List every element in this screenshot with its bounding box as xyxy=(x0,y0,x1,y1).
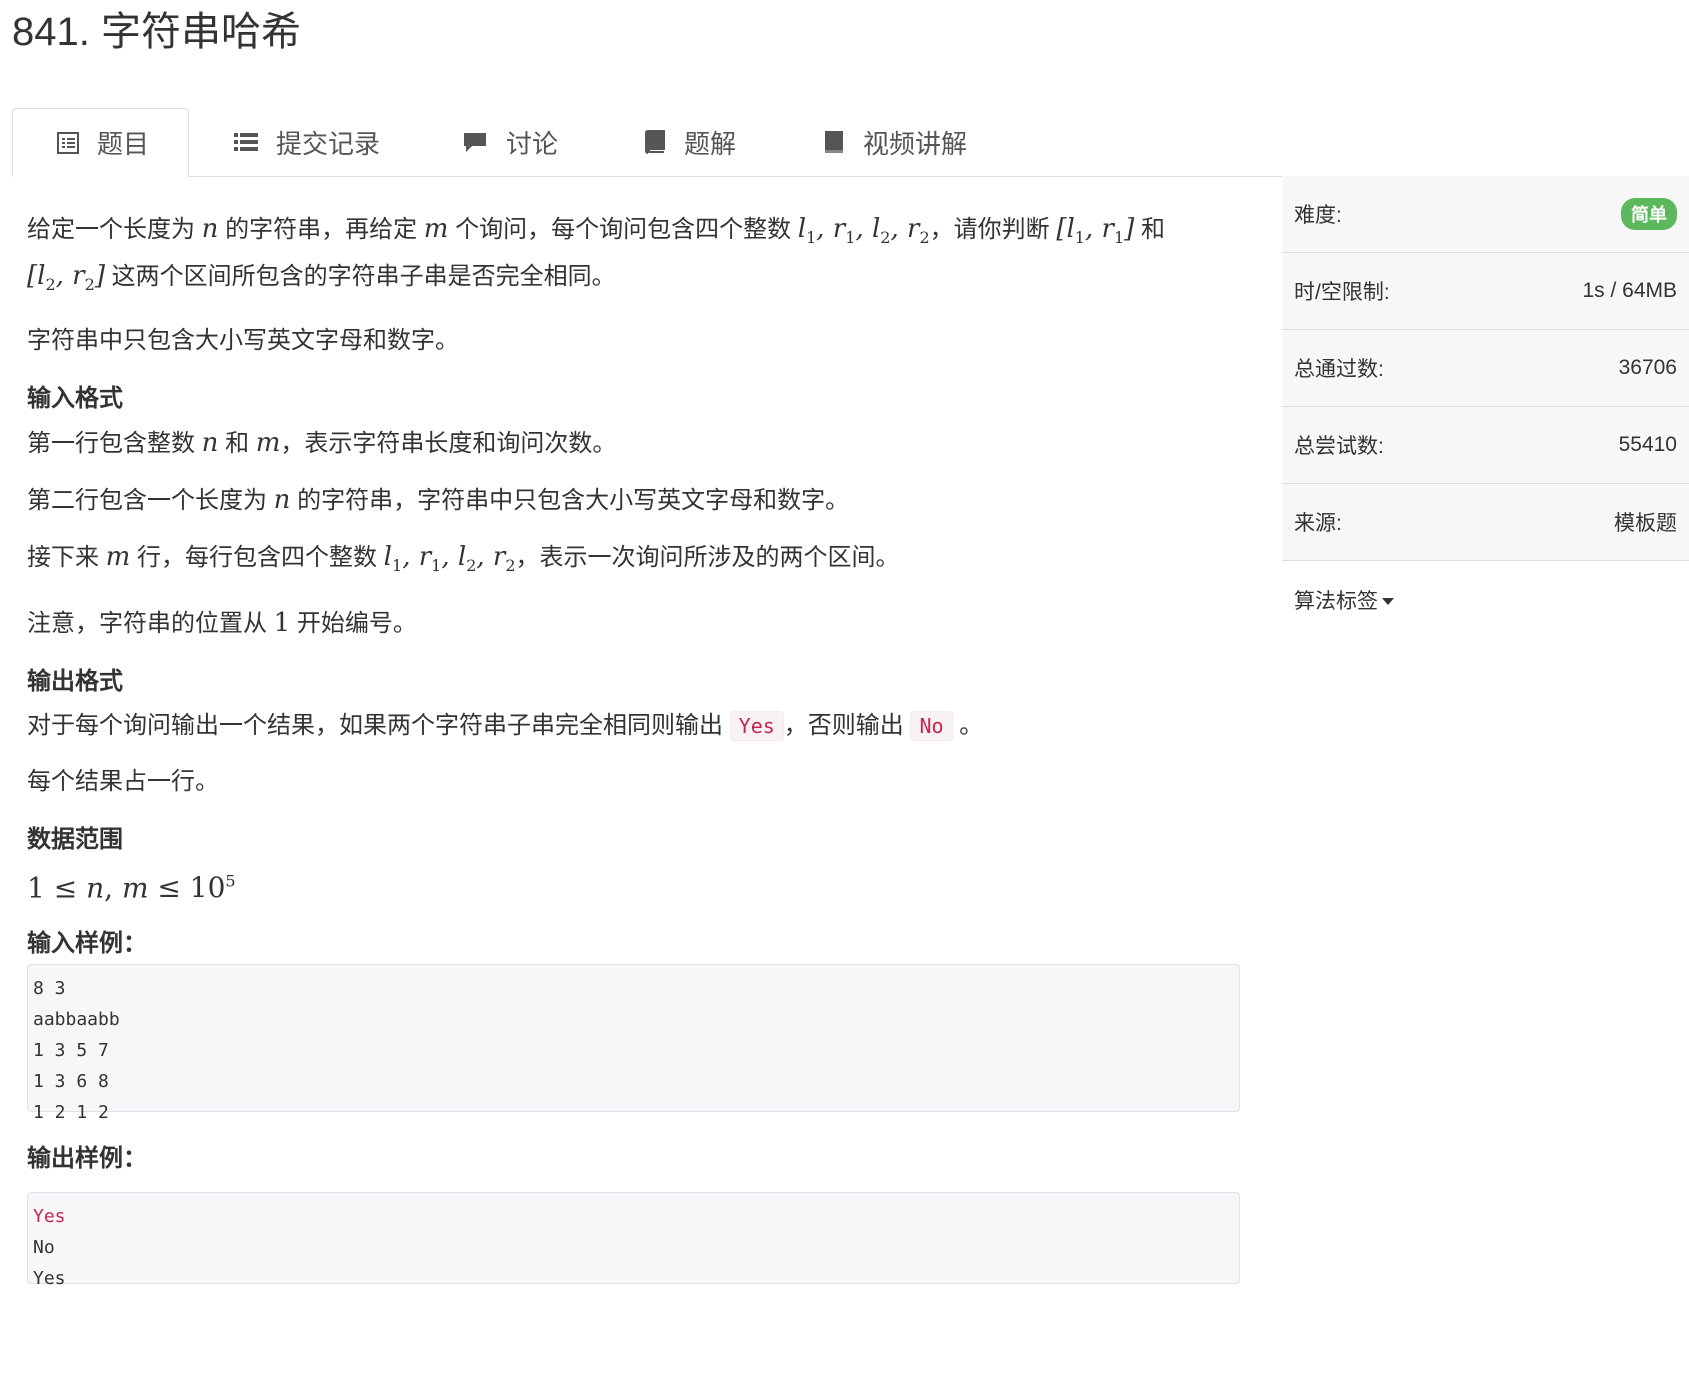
paragraph: 字符串中只包含大小写英文字母和数字。 xyxy=(27,327,459,355)
difficulty-label: 难度: xyxy=(1294,204,1342,227)
tags-label: 算法标签 xyxy=(1294,589,1378,613)
text: 个询问，每个询问包含四个整数 xyxy=(455,216,792,243)
text: ，请你判断 xyxy=(929,216,1050,243)
sample-output-heading: 输出样例： xyxy=(27,1145,147,1172)
text: 的字符串，再给定 xyxy=(225,216,418,243)
sample-output-block[interactable]: Yes No Yes xyxy=(27,1192,1240,1289)
data-range-formula: 1 ≤ n, m ≤ 105 xyxy=(27,870,236,904)
tab-label: 提交记录 xyxy=(276,128,381,159)
tab-problem[interactable]: 题目 xyxy=(12,108,189,177)
source-row: 来源: 模板题 xyxy=(1282,484,1689,561)
paragraph: 接下来 m 行，每行包含四个整数 l1, r1, l2, r2，表示一次询问所涉… xyxy=(27,542,900,576)
sample-output-rest: No Yes xyxy=(33,1237,66,1289)
tab-discussion[interactable]: 讨论 xyxy=(462,108,558,176)
text: 开始编号。 xyxy=(296,609,417,637)
text: 。 xyxy=(959,711,984,739)
text: 第二行包含一个长度为 xyxy=(27,487,267,515)
sample-output-first-line: Yes xyxy=(33,1206,66,1227)
tab-label: 视频讲解 xyxy=(863,128,968,159)
passed-row: 总通过数: 36706 xyxy=(1282,330,1689,407)
tab-solutions[interactable]: 题解 xyxy=(644,108,736,176)
inline-code-yes: Yes xyxy=(729,710,784,741)
paragraph: 第一行包含整数 n 和 m，表示字符串长度和询问次数。 xyxy=(27,428,617,459)
paragraph: 给定一个长度为 n 的字符串，再给定 m 个询问，每个询问包含四个整数 l1, … xyxy=(27,214,1165,295)
comment-icon xyxy=(462,131,488,153)
text: ，否则输出 xyxy=(783,711,904,739)
limit-label: 时/空限制: xyxy=(1294,281,1390,304)
text: 第一行包含整数 xyxy=(27,430,195,458)
data-range-heading: 数据范围 xyxy=(27,825,123,853)
tags-toggle[interactable]: 算法标签 xyxy=(1294,585,1394,615)
limit-row: 时/空限制: 1s / 64MB xyxy=(1282,253,1689,330)
tried-label: 总尝试数: xyxy=(1294,435,1384,458)
tab-label: 题目 xyxy=(97,129,150,159)
text: 注意，字符串的位置从 xyxy=(27,609,267,637)
tab-label: 讨论 xyxy=(506,128,559,159)
sample-input-heading: 输入样例： xyxy=(27,929,147,957)
difficulty-badge: 简单 xyxy=(1621,198,1677,230)
book-icon xyxy=(823,130,845,154)
text: ，表示一次询问所涉及的两个区间。 xyxy=(515,544,900,572)
problem-description: 给定一个长度为 n 的字符串，再给定 m 个询问，每个询问包含四个整数 l1, … xyxy=(27,210,1227,963)
input-format-heading: 输入格式 xyxy=(27,385,123,413)
text: 和 xyxy=(1140,216,1165,243)
tried-value: 55410 xyxy=(1618,433,1677,456)
source-label: 来源: xyxy=(1294,512,1342,535)
paragraph: 每个结果占一行。 xyxy=(27,767,219,795)
paragraph: 注意，字符串的位置从 1 开始编号。 xyxy=(27,607,417,638)
text: 和 xyxy=(225,430,250,458)
caret-down-icon xyxy=(1382,598,1394,606)
sample-input-block[interactable]: 8 3 aabbaabb 1 3 5 7 1 3 6 8 1 2 1 2 xyxy=(27,964,1240,1123)
text: 这两个区间所包含的字符串子串是否完全相同。 xyxy=(111,263,616,291)
problem-info-panel: 难度: 简单 时/空限制: 1s / 64MB 总通过数: 36706 总尝试数… xyxy=(1282,176,1689,638)
text: 对于每个询问输出一个结果，如果两个字符串子串完全相同则输出 xyxy=(27,711,723,739)
difficulty-row: 难度: 简单 xyxy=(1282,176,1689,253)
limit-value: 1s / 64MB xyxy=(1582,279,1677,302)
paragraph: 第二行包含一个长度为 n 的字符串，字符串中只包含大小写英文字母和数字。 xyxy=(27,485,850,516)
source-value[interactable]: 模板题 xyxy=(1614,507,1677,537)
text: 行，每行包含四个整数 xyxy=(137,544,377,572)
passed-label: 总通过数: xyxy=(1294,358,1384,381)
text: 接下来 xyxy=(27,544,99,572)
text: 的字符串，字符串中只包含大小写英文字母和数字。 xyxy=(297,487,850,515)
text: 给定一个长度为 xyxy=(27,216,195,243)
tab-label: 题解 xyxy=(684,128,737,159)
tab-video[interactable]: 视频讲解 xyxy=(823,108,967,176)
page-title: 841. 字符串哈希 xyxy=(12,10,301,54)
text: ，表示字符串长度和询问次数。 xyxy=(280,430,617,458)
list-alt-icon xyxy=(57,131,79,154)
tab-submissions[interactable]: 提交记录 xyxy=(234,108,380,176)
paragraph: 对于每个询问输出一个结果，如果两个字符串子串完全相同则输出 Yes ，否则输出 N… xyxy=(27,707,1227,745)
tags-row[interactable]: 算法标签 xyxy=(1282,561,1689,638)
tried-row: 总尝试数: 55410 xyxy=(1282,407,1689,484)
list-icon xyxy=(234,131,258,153)
problem-tabs: 题目 提交记录 讨论 题解 视频讲解 xyxy=(12,108,1677,177)
inline-code-no: No xyxy=(910,710,953,741)
output-format-heading: 输出格式 xyxy=(27,667,123,695)
passed-value: 36706 xyxy=(1618,356,1677,379)
book-icon xyxy=(644,130,666,154)
